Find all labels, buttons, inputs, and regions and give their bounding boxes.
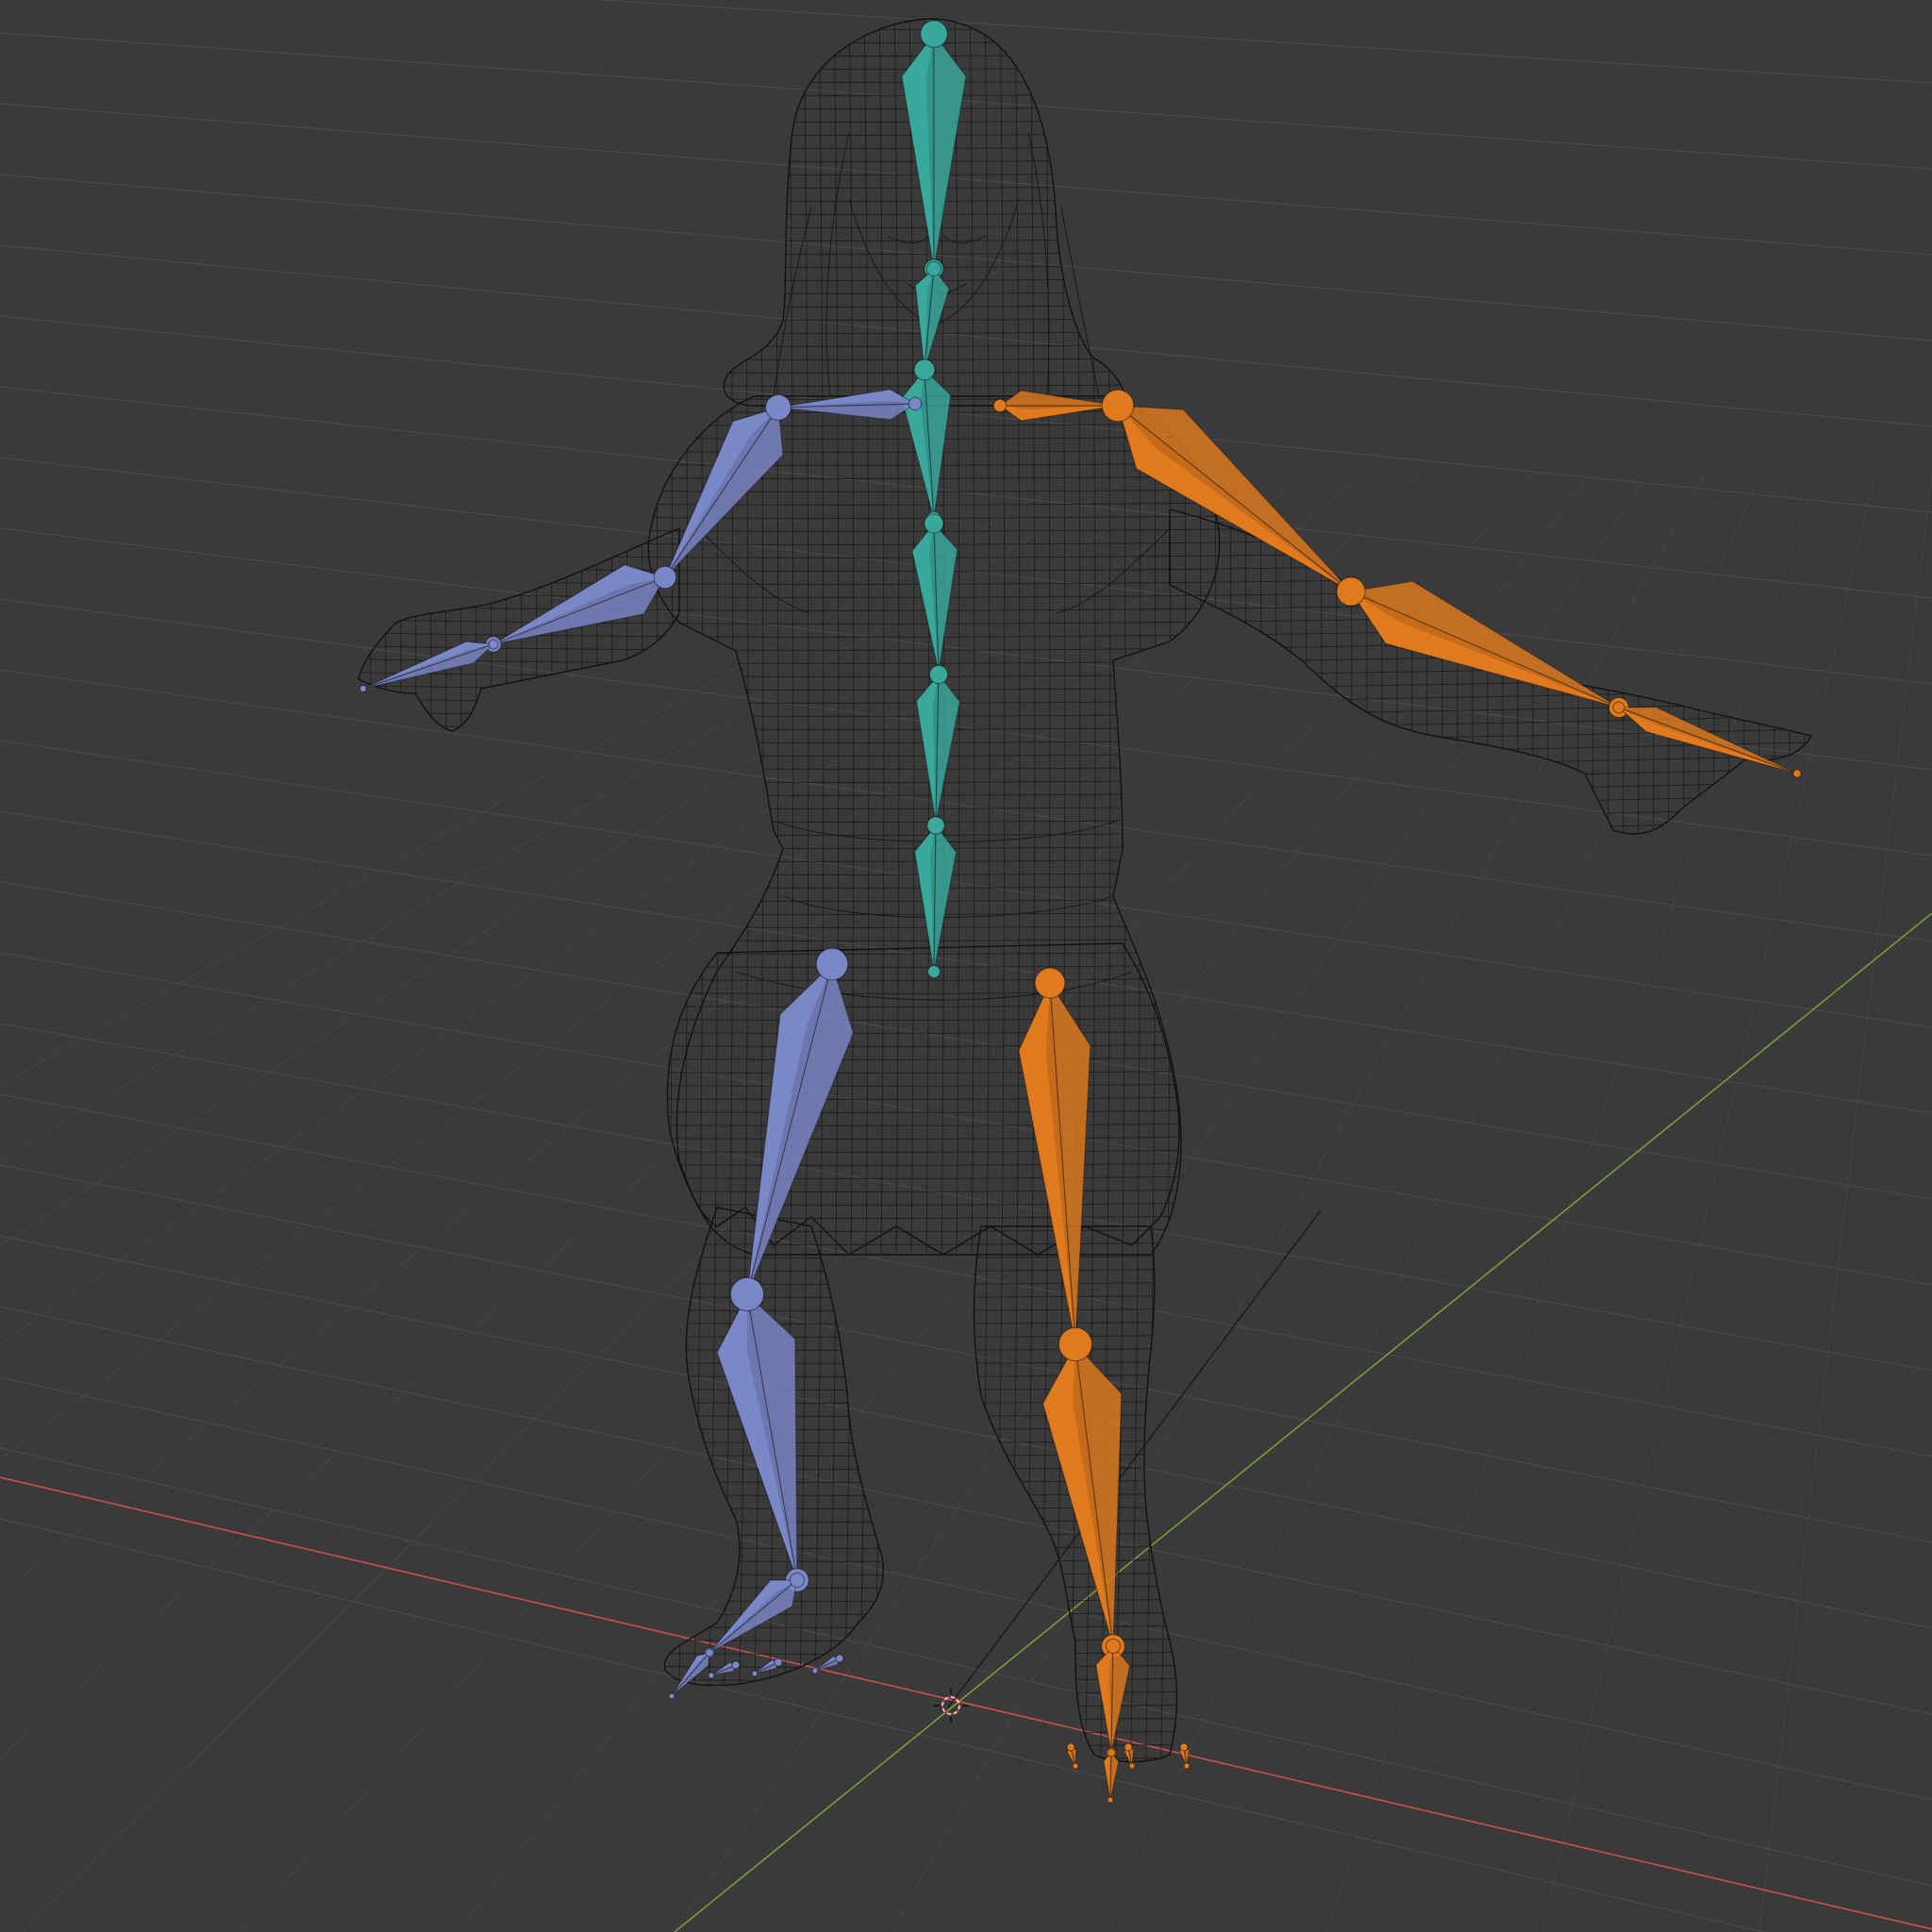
bone-spine-2[interactable]: [911, 513, 958, 679]
grid-line: [0, 810, 1932, 1114]
grid-line: [0, 386, 1932, 599]
grid-line: [0, 1518, 1766, 1932]
bone-toe-r[interactable]: [1103, 1748, 1120, 1804]
bone-shoulder-l[interactable]: [773, 389, 923, 421]
grid-line: [240, 471, 1537, 1932]
grid-line: [1108, 471, 1763, 1932]
mesh-edges: [358, 19, 1811, 1762]
bone-upper-arm-r[interactable]: [1101, 389, 1363, 604]
grid-line: [457, 471, 1593, 1932]
bone-neck[interactable]: [914, 260, 950, 375]
grid-line: [0, 471, 1424, 1758]
3d-viewport[interactable]: [0, 0, 1932, 1932]
grid-line: [1758, 471, 1932, 1932]
armature[interactable]: [358, 20, 1802, 1804]
character-mesh[interactable]: [236, 0, 1840, 1792]
grid-line: [0, 1023, 1932, 1372]
grid-line: [23, 471, 1480, 1932]
grid-line: [594, 0, 1932, 84]
grid-line: [0, 103, 1932, 256]
grid-line: [0, 471, 1197, 1246]
bone-hand-r[interactable]: [1612, 701, 1802, 778]
grid-line: [0, 1164, 1932, 1543]
bone-toe-small-l[interactable]: [708, 1660, 741, 1679]
view-axis-line: [947, 1209, 1322, 1708]
bone-toe-l[interactable]: [668, 1648, 714, 1700]
bone-toe-small-r[interactable]: [1124, 1742, 1136, 1770]
grid-line: [0, 1235, 1932, 1629]
grid-line: [0, 1376, 1932, 1801]
x-axis-line: [0, 1476, 1932, 1930]
grid-line: [0, 174, 1932, 341]
bone-foot-l[interactable]: [704, 1572, 806, 1658]
y-axis-line: [674, 912, 1932, 1932]
floor-grid: [0, 0, 1932, 1932]
grid-line: [0, 952, 1932, 1286]
bone-toe-small-r[interactable]: [1066, 1742, 1079, 1770]
grid-line: [0, 471, 1084, 1086]
grid-line: [0, 1306, 1932, 1715]
bone-toe-small-r[interactable]: [1178, 1742, 1191, 1770]
grid-line: [0, 881, 1932, 1200]
grid-line: [0, 471, 1141, 1161]
grid-line: [0, 1447, 1932, 1887]
